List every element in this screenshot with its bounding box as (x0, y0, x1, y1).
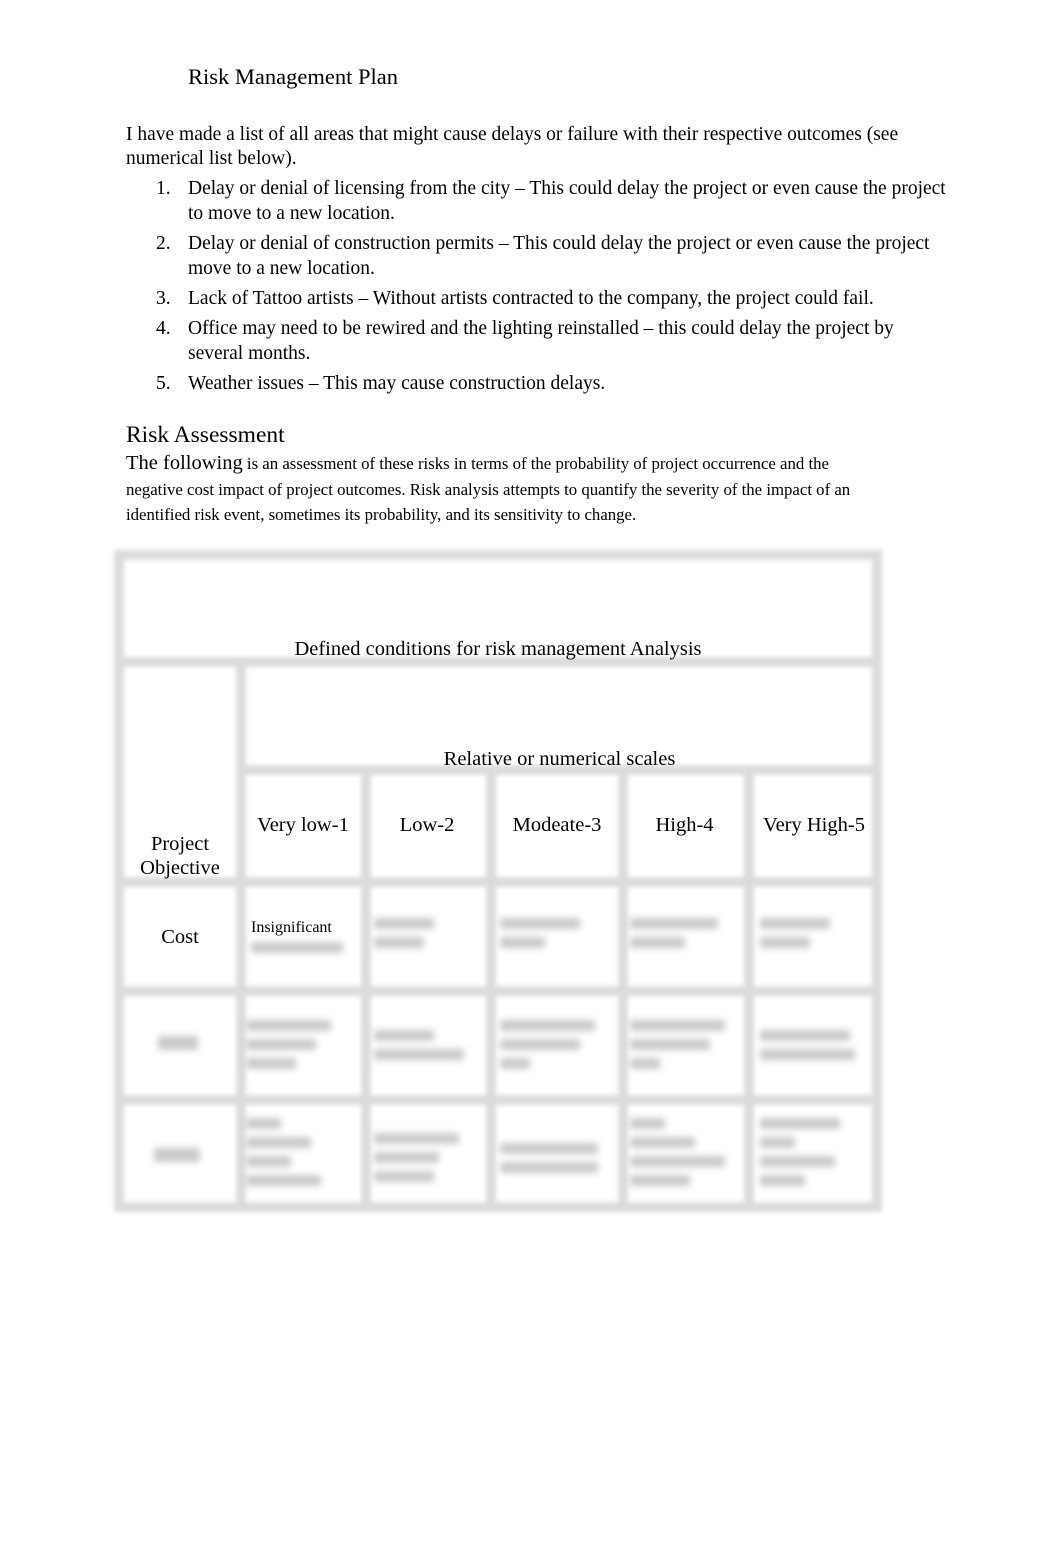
blurred-cell (374, 1125, 474, 1190)
blurred-cell (500, 1135, 605, 1181)
blurred-cell (630, 1110, 735, 1194)
risk-number: 4. (156, 318, 171, 339)
blurred-cell (630, 910, 730, 956)
assessment-lead: The following (126, 452, 243, 474)
table-rule (236, 657, 246, 1212)
blurred-cell (760, 1110, 865, 1194)
blurred-objective (154, 1140, 204, 1170)
risk-number: 5. (156, 373, 171, 394)
table-rule (114, 1202, 882, 1212)
risk-number: 2. (156, 233, 171, 254)
scale-level-3: Modeate-3 (512, 814, 602, 836)
risk-text: Delay or denial of construction permits … (188, 233, 930, 279)
risk-assessment-heading: Risk Assessment (126, 422, 285, 448)
risk-list-item: 3. Lack of Tattoo artists – Without arti… (126, 286, 946, 311)
risk-list-item: 4. Office may need to be rewired and the… (126, 316, 946, 366)
risk-text: Weather issues – This may cause construc… (188, 373, 606, 394)
scale-level-4: High-4 (655, 814, 714, 836)
document-title: Risk Management Plan (188, 64, 398, 89)
blurred-cell (760, 1022, 865, 1068)
table-rule (114, 550, 882, 560)
risk-text: Office may need to be rewired and the li… (188, 318, 894, 364)
risk-list: 1. Delay or denial of licensing from the… (126, 176, 946, 401)
risk-conditions-table: Defined conditions for risk management A… (112, 550, 884, 1214)
blurred-cell (246, 1012, 346, 1077)
blurred-cell (374, 910, 469, 956)
blurred-cell (374, 1022, 474, 1068)
risk-text: Lack of Tattoo artists – Without artists… (188, 288, 874, 309)
scale-level-1: Very low-1 (257, 814, 349, 836)
risk-number: 3. (156, 288, 171, 309)
scale-level-5: Very High-5 (763, 814, 865, 836)
risk-list-item: 1. Delay or denial of licensing from the… (126, 176, 946, 226)
assessment-paragraph: The following is an assessment of these … (126, 451, 886, 528)
scale-header: Relative or numerical scales (443, 748, 676, 770)
blurred-objective (158, 1028, 203, 1058)
risk-number: 1. (156, 178, 171, 199)
objective-cost: Cost (161, 926, 199, 948)
risk-list-item: 5. Weather issues – This may cause const… (126, 371, 946, 396)
intro-paragraph: I have made a list of all areas that mig… (126, 124, 899, 169)
table-caption: Defined conditions for risk management A… (294, 638, 702, 660)
blurred-cell (500, 1012, 605, 1077)
blurred-cell (500, 910, 595, 956)
table-rule (114, 1095, 882, 1105)
risk-list-item: 2. Delay or denial of construction permi… (126, 231, 946, 281)
risk-text: Delay or denial of licensing from the ci… (188, 178, 946, 224)
scale-level-2: Low-2 (399, 814, 455, 836)
blurred-cell (630, 1012, 735, 1077)
table-rule (114, 986, 882, 996)
blurred-cell (760, 910, 860, 956)
objective-header: Project Objective (140, 833, 220, 879)
blurred-cell (246, 1110, 346, 1194)
blurred-cell (251, 934, 346, 961)
